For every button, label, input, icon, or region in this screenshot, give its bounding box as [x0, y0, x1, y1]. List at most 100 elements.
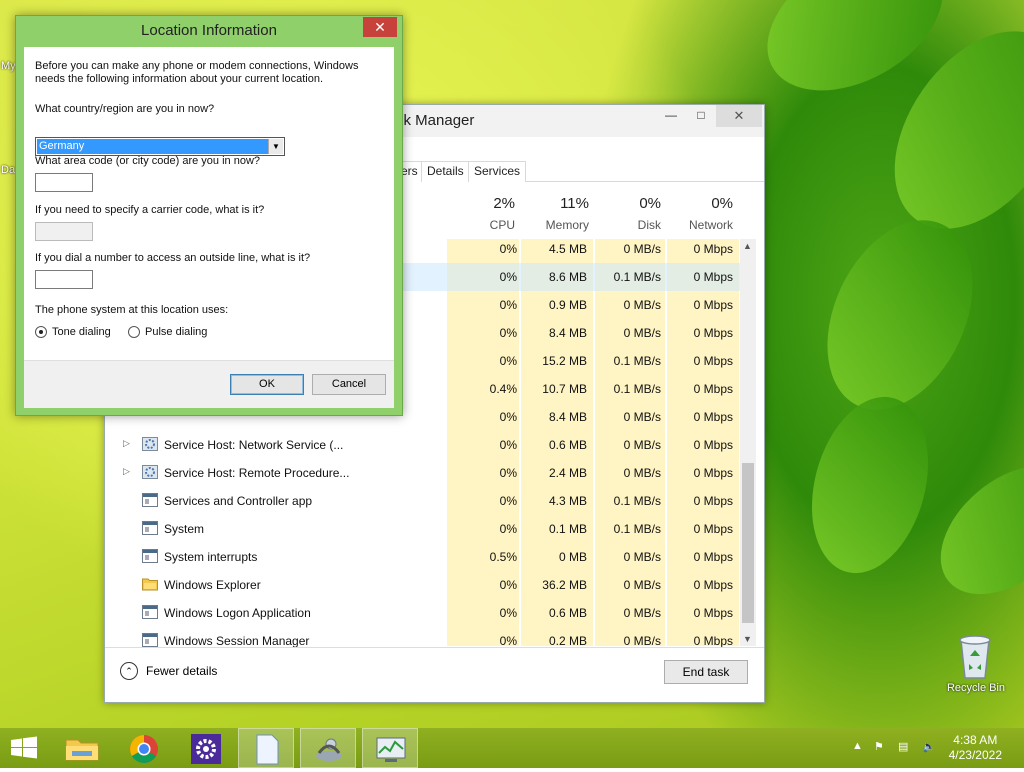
- recycle-bin-label[interactable]: Recycle Bin: [940, 682, 1012, 694]
- phone-dialer-taskbar-button[interactable]: [300, 728, 356, 768]
- carrier-code-question: If you need to specify a carrier code, w…: [35, 204, 265, 216]
- process-network: 0 Mbps: [693, 242, 733, 256]
- process-disk: 0.1 MB/s: [613, 270, 661, 284]
- memory-label: Memory: [545, 218, 589, 232]
- process-network: 0 Mbps: [693, 354, 733, 368]
- process-cpu: 0%: [499, 634, 517, 648]
- task-manager-taskbar-button[interactable]: [362, 728, 418, 768]
- fewer-details-link[interactable]: Fewer details: [146, 664, 217, 678]
- process-memory: 8.4 MB: [548, 326, 587, 340]
- desktop-icon-label[interactable]: My: [1, 60, 16, 72]
- process-cpu: 0%: [499, 578, 517, 592]
- disk-label: Disk: [637, 218, 661, 232]
- table-row[interactable]: Windows Explorer 0% 36.2 MB 0 MB/s 0 Mbps: [113, 571, 745, 599]
- action-center-flag-icon[interactable]: ⚑: [874, 740, 884, 753]
- chevron-down-icon[interactable]: ▼: [268, 139, 283, 154]
- chrome-taskbar-button[interactable]: [116, 728, 172, 768]
- process-memory: 8.4 MB: [548, 410, 587, 424]
- close-icon[interactable]: ✕: [716, 105, 762, 127]
- cpu-percent: 2%: [493, 195, 515, 212]
- process-disk: 0 MB/s: [623, 298, 661, 312]
- intro-text: Before you can make any phone or modem c…: [35, 60, 359, 85]
- tone-dialing-label[interactable]: Tone dialing: [52, 326, 111, 339]
- network-percent: 0%: [711, 195, 733, 212]
- ok-button[interactable]: OK: [230, 374, 304, 395]
- process-cpu: 0%: [499, 242, 517, 256]
- country-select[interactable]: Germany ▼: [35, 137, 285, 156]
- table-row[interactable]: ▷ Service Host: Network Service (... 0% 0.6…: [113, 431, 745, 459]
- pulse-dialing-label[interactable]: Pulse dialing: [145, 326, 207, 339]
- column-header-network[interactable]: 0% Network: [661, 195, 733, 239]
- minimize-icon[interactable]: —: [654, 108, 688, 128]
- expand-icon[interactable]: ▷: [123, 466, 130, 477]
- desktop-icon-label[interactable]: Da: [1, 164, 15, 176]
- settings-taskbar-button[interactable]: [178, 728, 234, 768]
- pulse-dialing-radio[interactable]: [128, 326, 140, 338]
- process-cpu: 0.4%: [489, 382, 517, 396]
- process-network: 0 Mbps: [693, 606, 733, 620]
- tab-services[interactable]: Services: [468, 161, 527, 182]
- area-code-question: What area code (or city code) are you in…: [35, 155, 261, 167]
- column-header-disk[interactable]: 0% Disk: [589, 195, 661, 239]
- notepad-taskbar-button[interactable]: [238, 728, 294, 768]
- area-code-input[interactable]: [35, 173, 93, 192]
- application-window-icon: [142, 605, 158, 619]
- process-disk: 0 MB/s: [623, 466, 661, 480]
- tab-details[interactable]: Details: [421, 161, 470, 182]
- dialog-title: Location Information: [141, 22, 277, 39]
- process-name: Windows Logon Application: [164, 606, 311, 620]
- end-task-button[interactable]: End task: [664, 660, 748, 684]
- clock[interactable]: 4:38 AM 4/23/2022: [949, 733, 1002, 763]
- process-network: 0 Mbps: [693, 550, 733, 564]
- close-icon[interactable]: ✕: [363, 17, 397, 37]
- scrollbar[interactable]: ▲ ▼: [740, 239, 756, 646]
- process-name: Service Host: Network Service (...: [164, 438, 344, 452]
- chevron-up-icon[interactable]: ⌃: [120, 662, 138, 680]
- gear-icon: [191, 734, 221, 764]
- column-header-cpu[interactable]: 2% CPU: [443, 195, 515, 239]
- scroll-thumb[interactable]: [742, 463, 754, 623]
- application-window-icon: [142, 521, 158, 535]
- scroll-up-icon[interactable]: ▲: [743, 241, 752, 251]
- tone-dialing-radio[interactable]: [35, 326, 47, 338]
- gear-icon: [142, 437, 158, 451]
- table-row[interactable]: Services and Controller app 0% 4.3 MB 0.1 M…: [113, 487, 745, 515]
- outside-line-input[interactable]: [35, 270, 93, 289]
- process-cpu: 0%: [499, 354, 517, 368]
- volume-muted-icon[interactable]: 🔈: [922, 740, 936, 753]
- file-explorer-taskbar-button[interactable]: [54, 728, 110, 768]
- process-disk: 0 MB/s: [623, 326, 661, 340]
- process-cpu: 0%: [499, 522, 517, 536]
- table-row[interactable]: System 0% 0.1 MB 0.1 MB/s 0 Mbps: [113, 515, 745, 543]
- folder-icon: [142, 577, 158, 591]
- expand-icon[interactable]: ▷: [123, 438, 130, 449]
- folder-icon: [65, 739, 99, 761]
- table-row[interactable]: System interrupts 0.5% 0 MB 0 MB/s 0 Mbps: [113, 543, 745, 571]
- show-hidden-icons-icon[interactable]: ▲: [852, 740, 863, 752]
- process-memory: 4.3 MB: [548, 494, 587, 508]
- process-name: Service Host: Remote Procedure...: [164, 466, 350, 480]
- table-row[interactable]: Windows Logon Application 0% 0.6 MB 0 MB/s 0…: [113, 599, 745, 627]
- process-memory: 0.6 MB: [548, 606, 587, 620]
- scroll-down-icon[interactable]: ▼: [743, 634, 752, 644]
- carrier-code-input[interactable]: [35, 222, 93, 241]
- task-manager-title: sk Manager: [396, 112, 475, 129]
- taskbar: ▲ ⚑ ▤ 🔈 4:38 AM 4/23/2022: [0, 728, 1024, 768]
- country-question: What country/region are you in now?: [35, 103, 215, 115]
- cancel-button[interactable]: Cancel: [312, 374, 386, 395]
- task-manager-footer: ⌃ Fewer details End task: [105, 647, 764, 702]
- disk-percent: 0%: [639, 195, 661, 212]
- start-button[interactable]: [0, 728, 48, 768]
- country-select-value: Germany: [37, 139, 269, 154]
- process-memory: 4.5 MB: [548, 242, 587, 256]
- network-icon[interactable]: ▤: [898, 740, 908, 753]
- process-name: Windows Explorer: [164, 578, 261, 592]
- clock-time: 4:38 AM: [953, 733, 998, 747]
- column-header-memory[interactable]: 11% Memory: [517, 195, 589, 239]
- table-row[interactable]: ▷ Service Host: Remote Procedure... 0% 2.4 …: [113, 459, 745, 487]
- process-memory: 8.6 MB: [548, 270, 587, 284]
- recycle-bin-icon[interactable]: [955, 632, 995, 680]
- process-disk: 0 MB/s: [623, 242, 661, 256]
- process-name: System: [164, 522, 205, 536]
- maximize-icon[interactable]: □: [684, 108, 718, 128]
